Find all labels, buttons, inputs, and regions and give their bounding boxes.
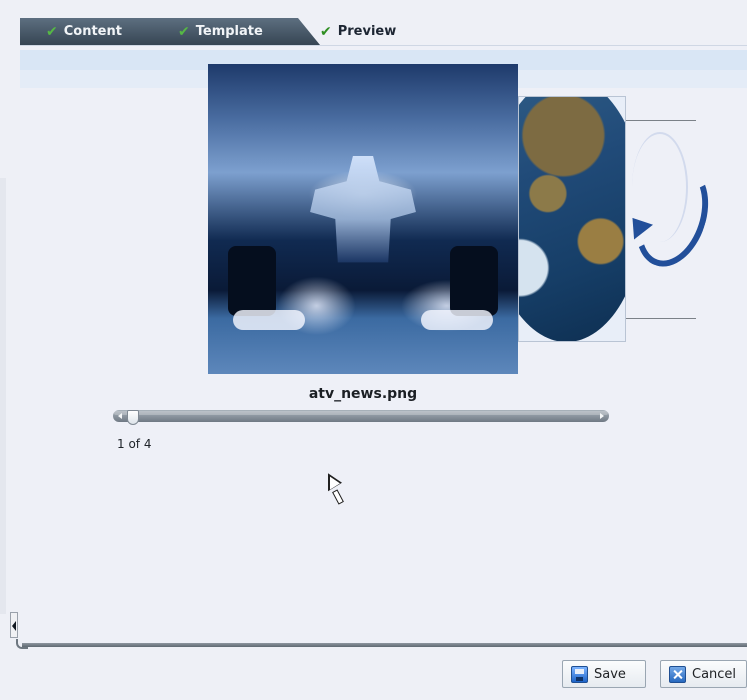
slider-right-arrow-icon[interactable] [600,413,604,419]
checkmark-icon: ✔ [320,23,332,40]
tab-template-label: Template [195,24,263,39]
race-car-wing-right [421,310,493,330]
race-car-wing-left [233,310,305,330]
image-name-label: atv_news.png [308,386,418,402]
cancel-button-label: Cancel [692,666,737,682]
panel-bottom-divider [16,639,747,649]
image-frame-line-bottom [626,318,696,319]
preview-slider-thumb[interactable] [127,410,139,425]
tab-bar: ✔ Content ✔ Template ✔ Preview [20,18,747,45]
slider-position-label: 1 of 4 [117,437,152,451]
left-rail [0,178,6,614]
tab-content[interactable]: ✔ Content [20,18,177,45]
race-car-wheel-left [228,246,276,316]
mouse-pointer-icon [328,478,346,506]
preview-image-third[interactable] [623,120,721,320]
mouse-pointer-tail [332,489,344,505]
globe-image [519,97,625,341]
save-button[interactable]: Save [562,660,646,688]
collapse-panel-button[interactable] [10,612,18,638]
preview-slider-track[interactable] [113,410,609,422]
checkmark-icon: ✔ [46,23,58,40]
preview-image-next[interactable] [518,96,626,342]
tab-preview[interactable]: ✔ Preview [320,18,460,45]
save-button-label: Save [594,666,626,682]
slider-left-arrow-icon[interactable] [118,413,122,419]
save-icon [571,665,588,683]
race-car-image [310,156,416,263]
race-car-wheel-right [450,246,498,316]
image-frame-line-top [626,120,696,121]
tab-preview-label: Preview [337,24,397,39]
cancel-icon [669,665,686,683]
checkmark-icon: ✔ [178,23,190,40]
preview-image-main[interactable] [208,64,518,374]
cancel-button[interactable]: Cancel [660,660,747,688]
tab-content-label: Content [63,24,122,39]
tab-template[interactable]: ✔ Template [154,18,320,45]
